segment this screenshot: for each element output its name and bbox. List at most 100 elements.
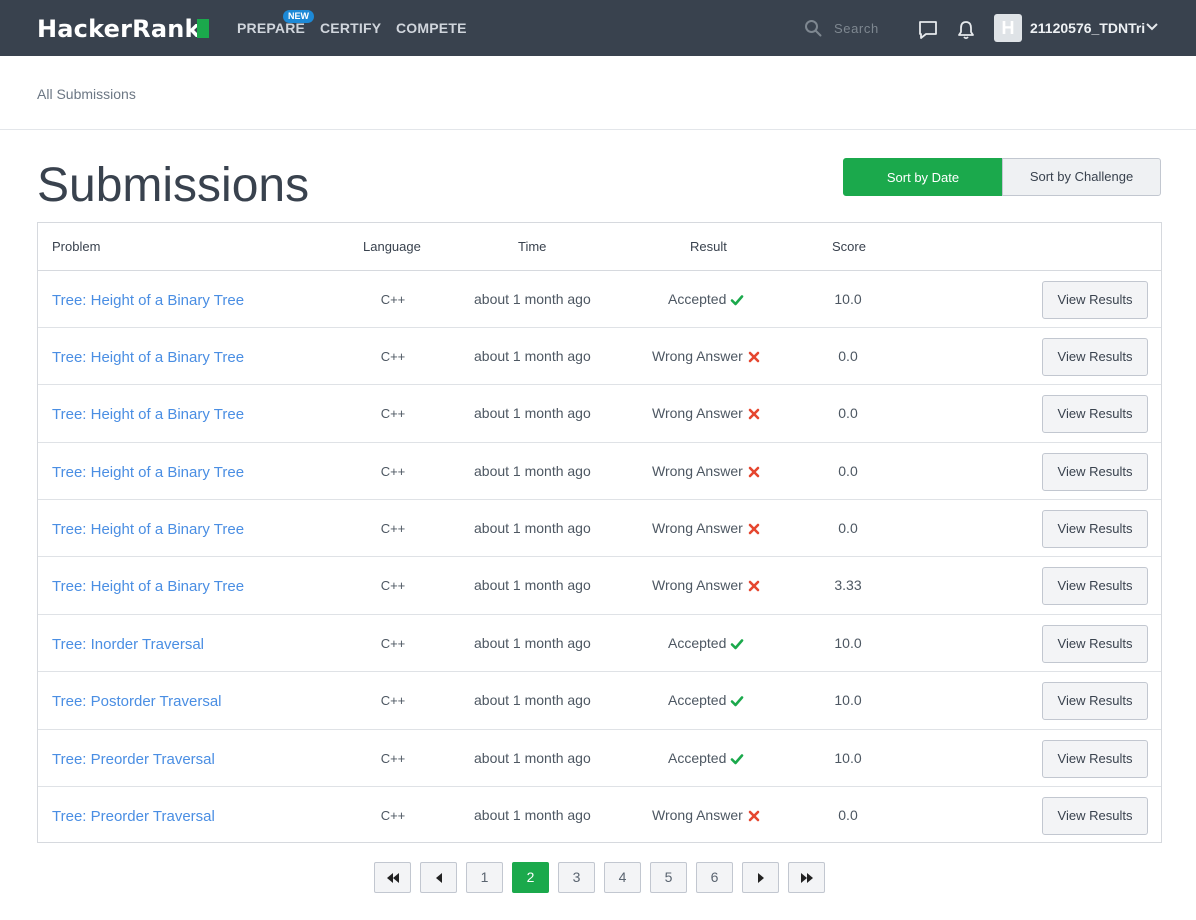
- time-cell: about 1 month ago: [474, 692, 591, 708]
- time-cell: about 1 month ago: [474, 520, 591, 536]
- score-cell: 0.0: [838, 807, 858, 823]
- score-cell: 10.0: [834, 291, 862, 307]
- time-cell: about 1 month ago: [474, 750, 591, 766]
- result-cell: Accepted: [668, 692, 744, 708]
- cross-icon: [748, 408, 760, 420]
- view-results-button[interactable]: View Results: [1042, 338, 1148, 376]
- cross-icon: [748, 810, 760, 822]
- problem-link[interactable]: Tree: Height of a Binary Tree: [52, 521, 244, 538]
- table-row: Tree: Height of a Binary Tree C++ about 1 …: [38, 500, 1161, 557]
- score-cell: 0.0: [838, 463, 858, 479]
- table-header: Problem Language Time Result Score: [38, 223, 1161, 271]
- search-input[interactable]: Search: [834, 21, 879, 36]
- prev-page-button[interactable]: [420, 862, 457, 893]
- time-cell: about 1 month ago: [474, 348, 591, 364]
- check-icon: [731, 696, 744, 707]
- result-label: Wrong Answer: [652, 577, 743, 593]
- header-score: Score: [832, 239, 866, 254]
- table-row: Tree: Height of a Binary Tree C++ about 1 …: [38, 385, 1161, 443]
- page-button-4[interactable]: 4: [604, 862, 641, 893]
- score-cell: 0.0: [838, 405, 858, 421]
- problem-link[interactable]: Tree: Postorder Traversal: [52, 693, 222, 710]
- language-cell: C++: [380, 578, 406, 593]
- view-results-button[interactable]: View Results: [1042, 281, 1148, 319]
- result-cell: Wrong Answer: [652, 463, 761, 479]
- view-results-button[interactable]: View Results: [1042, 453, 1148, 491]
- problem-link[interactable]: Tree: Preorder Traversal: [52, 751, 215, 768]
- problem-link[interactable]: Tree: Preorder Traversal: [52, 808, 215, 825]
- language-cell: C++: [380, 751, 406, 766]
- score-cell: 3.33: [834, 577, 862, 593]
- sort-by-date-button[interactable]: Sort by Date: [843, 158, 1003, 196]
- result-label: Wrong Answer: [652, 405, 743, 421]
- language-cell: C++: [380, 521, 406, 536]
- cross-icon: [748, 580, 760, 592]
- page-button-1[interactable]: 1: [466, 862, 503, 893]
- table-row: Tree: Preorder Traversal C++ about 1 month…: [38, 730, 1161, 787]
- problem-link[interactable]: Tree: Height of a Binary Tree: [52, 406, 244, 423]
- view-results-button[interactable]: View Results: [1042, 740, 1148, 778]
- nav-certify[interactable]: CERTIFY: [320, 20, 381, 36]
- header-time: Time: [518, 239, 547, 254]
- language-cell: C++: [380, 808, 406, 823]
- result-cell: Wrong Answer: [652, 807, 761, 823]
- table-row: Tree: Postorder Traversal C++ about 1 mont…: [38, 672, 1161, 730]
- next-page-button[interactable]: [742, 862, 779, 893]
- view-results-button[interactable]: View Results: [1042, 395, 1148, 433]
- nav-compete[interactable]: COMPETE: [396, 20, 467, 36]
- prev-page-icon: [435, 872, 442, 883]
- table-row: Tree: Inorder Traversal C++ about 1 month …: [38, 615, 1161, 672]
- time-cell: about 1 month ago: [474, 577, 591, 593]
- message-icon[interactable]: [917, 19, 939, 41]
- check-icon: [731, 639, 744, 650]
- score-cell: 10.0: [834, 635, 862, 651]
- time-cell: about 1 month ago: [474, 463, 591, 479]
- problem-link[interactable]: Tree: Height of a Binary Tree: [52, 349, 244, 366]
- language-cell: C++: [380, 292, 406, 307]
- problem-link[interactable]: Tree: Inorder Traversal: [52, 636, 204, 653]
- view-results-button[interactable]: View Results: [1042, 567, 1148, 605]
- problem-link[interactable]: Tree: Height of a Binary Tree: [52, 292, 244, 309]
- time-cell: about 1 month ago: [474, 405, 591, 421]
- problem-link[interactable]: Tree: Height of a Binary Tree: [52, 578, 244, 595]
- language-cell: C++: [380, 693, 406, 708]
- bell-icon[interactable]: [956, 19, 976, 41]
- language-cell: C++: [380, 406, 406, 421]
- page-button-5[interactable]: 5: [650, 862, 687, 893]
- time-cell: about 1 month ago: [474, 635, 591, 651]
- cross-icon: [748, 351, 760, 363]
- score-cell: 0.0: [838, 348, 858, 364]
- page-button-3[interactable]: 3: [558, 862, 595, 893]
- table-row: Tree: Preorder Traversal C++ about 1 month…: [38, 787, 1161, 844]
- page-button-2[interactable]: 2: [512, 862, 549, 893]
- time-cell: about 1 month ago: [474, 807, 591, 823]
- breadcrumb[interactable]: All Submissions: [37, 86, 136, 102]
- table-row: Tree: Height of a Binary Tree C++ about 1 …: [38, 443, 1161, 500]
- last-page-button[interactable]: [788, 862, 825, 893]
- view-results-button[interactable]: View Results: [1042, 625, 1148, 663]
- language-cell: C++: [380, 349, 406, 364]
- page-button-6[interactable]: 6: [696, 862, 733, 893]
- problem-link[interactable]: Tree: Height of a Binary Tree: [52, 464, 244, 481]
- result-label: Wrong Answer: [652, 348, 743, 364]
- view-results-button[interactable]: View Results: [1042, 510, 1148, 548]
- result-label: Wrong Answer: [652, 520, 743, 536]
- first-page-button[interactable]: [374, 862, 411, 893]
- avatar[interactable]: H: [994, 14, 1022, 42]
- page-title: Submissions: [37, 159, 310, 212]
- last-page-icon: [800, 872, 813, 883]
- result-cell: Accepted: [668, 635, 744, 651]
- header-problem: Problem: [52, 239, 101, 254]
- chevron-down-icon[interactable]: [1145, 21, 1159, 33]
- result-label: Wrong Answer: [652, 807, 743, 823]
- sort-by-challenge-button[interactable]: Sort by Challenge: [1002, 158, 1161, 196]
- submissions-table: Problem Language Time Result Score Tree:…: [37, 222, 1162, 843]
- view-results-button[interactable]: View Results: [1042, 797, 1148, 835]
- result-cell: Wrong Answer: [652, 348, 761, 364]
- cross-icon: [748, 466, 760, 478]
- check-icon: [731, 754, 744, 765]
- view-results-button[interactable]: View Results: [1042, 682, 1148, 720]
- search-icon[interactable]: [804, 19, 822, 37]
- hackerrank-logo[interactable]: HackerRank: [37, 15, 201, 43]
- username[interactable]: 21120576_TDNTri: [1030, 20, 1145, 36]
